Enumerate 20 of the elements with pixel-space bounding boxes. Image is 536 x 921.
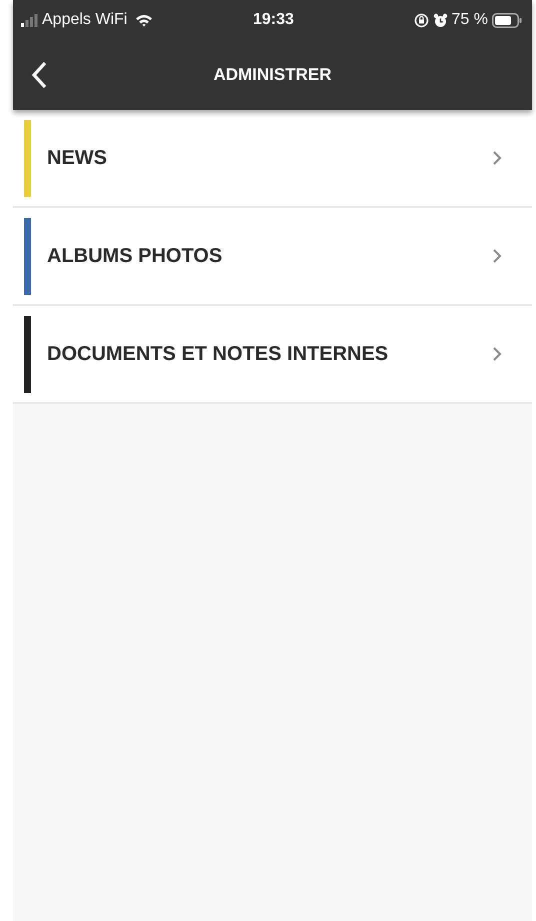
menu-label: NEWS <box>47 146 108 171</box>
menu-item[interactable]: DOCUMENTS ET NOTES INTERNES <box>13 306 532 404</box>
battery-icon <box>492 12 522 28</box>
back-icon <box>31 61 47 89</box>
chevron-right-icon <box>492 150 502 166</box>
menu-item[interactable]: NEWS <box>13 110 532 208</box>
clock-time: 19:33 <box>252 10 294 30</box>
rotation-lock-icon <box>414 12 429 28</box>
battery-percent: 75 % <box>452 10 488 30</box>
chevron-right-icon <box>492 248 502 264</box>
wifi-icon <box>135 14 154 26</box>
alarm-icon <box>432 12 448 28</box>
menu-label: ALBUMS PHOTOS <box>47 244 224 269</box>
back-button[interactable] <box>31 61 47 89</box>
page-title: ADMINISTRER <box>213 64 332 86</box>
carrier-name: Appels WiFi <box>42 10 128 30</box>
chevron-right-icon <box>492 346 502 362</box>
menu-label: DOCUMENTS ET NOTES INTERNES <box>47 342 390 367</box>
signal-icon <box>21 14 38 26</box>
menu-item[interactable]: ALBUMS PHOTOS <box>13 208 532 306</box>
